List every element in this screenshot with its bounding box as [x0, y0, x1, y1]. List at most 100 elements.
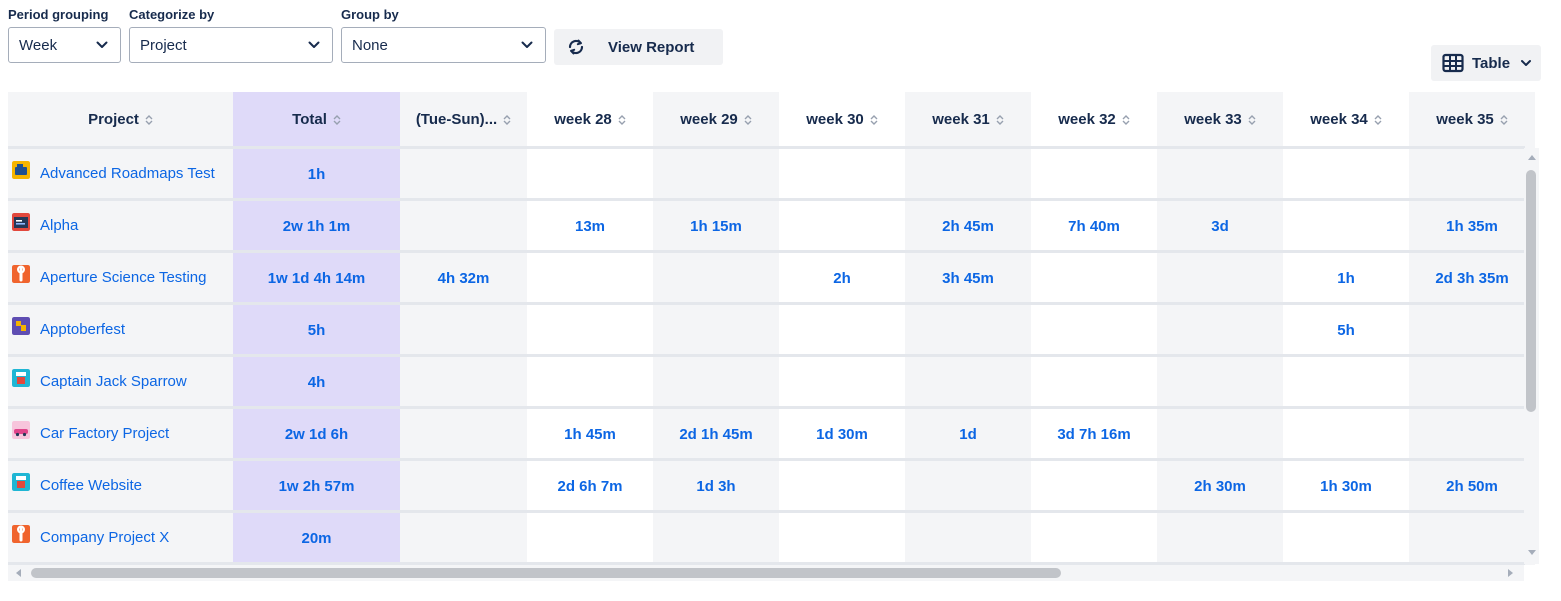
project-link[interactable]: Alpha [40, 217, 78, 234]
worklog-cell-week-32 [1031, 148, 1157, 200]
period-grouping-filter: Period grouping Week [8, 7, 121, 63]
worklog-cell-week-34[interactable]: 5h [1283, 304, 1409, 356]
project-link[interactable]: Apptoberfest [40, 321, 125, 338]
chevron-down-icon [306, 37, 322, 53]
worklog-cell-week-34[interactable]: 1h [1283, 252, 1409, 304]
table-row: Captain Jack Sparrow 4h [8, 356, 1525, 408]
coffee-project-icon [12, 473, 30, 491]
worklog-cell-week-31 [905, 148, 1031, 200]
worklog-cell-week-33[interactable]: 2h 30m [1157, 460, 1283, 512]
worklog-cell-week-28[interactable]: 13m [527, 200, 653, 252]
project-link[interactable]: Captain Jack Sparrow [40, 373, 187, 390]
project-link[interactable]: Company Project X [40, 529, 169, 546]
sort-icon [1374, 114, 1382, 125]
total-cell[interactable]: 1w 1d 4h 14m [233, 252, 400, 304]
column-header-total[interactable]: Total [233, 92, 400, 147]
column-header-partial-week[interactable]: (Tue-Sun)... [400, 92, 527, 147]
table-row: Apptoberfest 5h 5h [8, 304, 1525, 356]
categorize-by-select[interactable]: Project [129, 27, 333, 63]
worklog-cell-week-28 [527, 252, 653, 304]
view-report-button[interactable]: View Report [554, 29, 723, 65]
column-header-week-28[interactable]: week 28 [527, 92, 653, 147]
worklog-cell-week-29[interactable]: 1h 15m [653, 200, 779, 252]
total-cell[interactable]: 2w 1d 6h [233, 408, 400, 460]
worklog-cell-week-32 [1031, 304, 1157, 356]
column-header-project[interactable]: Project [8, 92, 233, 147]
worklog-cell-week-28 [527, 148, 653, 200]
worklog-cell-week-35[interactable]: 1h 35m [1409, 200, 1535, 252]
worklog-cell-week-31[interactable]: 1d [905, 408, 1031, 460]
total-cell[interactable]: 1w 2h 57m [233, 460, 400, 512]
table-row: Advanced Roadmaps Test 1h [8, 148, 1525, 200]
project-link[interactable]: Aperture Science Testing [40, 269, 207, 286]
project-link[interactable]: Advanced Roadmaps Test [40, 165, 215, 182]
scroll-up-arrow-icon[interactable] [1527, 152, 1537, 162]
worklog-cell-week-30[interactable]: 2h [779, 252, 905, 304]
worklog-cell-week-29 [653, 252, 779, 304]
worklog-cell-week-32[interactable]: 3d 7h 16m [1031, 408, 1157, 460]
column-header-week-29[interactable]: week 29 [653, 92, 779, 147]
chevron-down-icon [1519, 56, 1533, 70]
worklog-cell-partial-week[interactable]: 4h 32m [400, 252, 527, 304]
column-header-week-35[interactable]: week 35 [1409, 92, 1535, 147]
scroll-left-arrow-icon[interactable] [13, 568, 23, 578]
worklog-cell-week-34[interactable]: 1h 30m [1283, 460, 1409, 512]
column-header-week-34[interactable]: week 34 [1283, 92, 1409, 147]
total-cell[interactable]: 5h [233, 304, 400, 356]
worklog-cell-partial-week [400, 200, 527, 252]
worklog-cell-week-28 [527, 512, 653, 564]
car-project-icon [12, 421, 30, 439]
worklog-cell-week-28[interactable]: 2d 6h 7m [527, 460, 653, 512]
total-cell[interactable]: 1h [233, 148, 400, 200]
worklog-cell-week-31[interactable]: 2h 45m [905, 200, 1031, 252]
total-cell[interactable]: 2w 1h 1m [233, 200, 400, 252]
total-cell[interactable]: 4h [233, 356, 400, 408]
column-header-week-31[interactable]: week 31 [905, 92, 1031, 147]
project-cell: Advanced Roadmaps Test [8, 148, 233, 200]
worklog-cell-week-31[interactable]: 3h 45m [905, 252, 1031, 304]
column-header-week-32[interactable]: week 32 [1031, 92, 1157, 147]
scroll-right-arrow-icon[interactable] [1506, 568, 1516, 578]
worklog-cell-week-29[interactable]: 1d 3h [653, 460, 779, 512]
column-header-week-30[interactable]: week 30 [779, 92, 905, 147]
column-header-label: week 31 [932, 111, 990, 128]
period-grouping-select[interactable]: Week [8, 27, 121, 63]
worklog-cell-week-29[interactable]: 2d 1h 45m [653, 408, 779, 460]
worklog-cell-week-33 [1157, 512, 1283, 564]
vertical-scrollbar[interactable] [1524, 148, 1539, 564]
sort-icon [870, 114, 878, 125]
worklog-cell-week-34 [1283, 408, 1409, 460]
project-link[interactable]: Coffee Website [40, 477, 142, 494]
worklog-cell-week-35[interactable]: 2d 3h 35m [1409, 252, 1535, 304]
total-cell[interactable]: 20m [233, 512, 400, 564]
worklog-cell-week-35[interactable]: 2h 50m [1409, 460, 1535, 512]
worklog-cell-week-28 [527, 356, 653, 408]
worklog-cell-week-32[interactable]: 7h 40m [1031, 200, 1157, 252]
vertical-scroll-thumb[interactable] [1526, 170, 1536, 412]
worklog-cell-week-33 [1157, 304, 1283, 356]
worklog-cell-week-33[interactable]: 3d [1157, 200, 1283, 252]
project-cell: Aperture Science Testing [8, 252, 233, 304]
worklog-cell-week-35 [1409, 512, 1535, 564]
worklog-cell-week-30 [779, 460, 905, 512]
scroll-down-arrow-icon[interactable] [1527, 548, 1537, 558]
column-header-week-33[interactable]: week 33 [1157, 92, 1283, 147]
horizontal-scroll-thumb[interactable] [31, 568, 1061, 578]
project-cell: Apptoberfest [8, 304, 233, 356]
worklog-cell-week-33 [1157, 252, 1283, 304]
worklog-cell-week-32 [1031, 356, 1157, 408]
view-mode-dropdown[interactable]: Table [1431, 45, 1541, 81]
worklog-cell-week-28[interactable]: 1h 45m [527, 408, 653, 460]
horizontal-scrollbar[interactable] [8, 565, 1524, 581]
project-cell: Coffee Website [8, 460, 233, 512]
table-row: Coffee Website 1w 2h 57m 2d 6h 7m 1d 3h 2h 3… [8, 460, 1525, 512]
group-by-select[interactable]: None [341, 27, 546, 63]
project-cell: Car Factory Project [8, 408, 233, 460]
column-header-label: week 29 [680, 111, 738, 128]
project-link[interactable]: Car Factory Project [40, 425, 169, 442]
worklog-cell-week-29 [653, 512, 779, 564]
worklog-cell-week-35 [1409, 304, 1535, 356]
worklog-cell-partial-week [400, 356, 527, 408]
worklog-cell-week-30[interactable]: 1d 30m [779, 408, 905, 460]
worklog-cell-partial-week [400, 512, 527, 564]
